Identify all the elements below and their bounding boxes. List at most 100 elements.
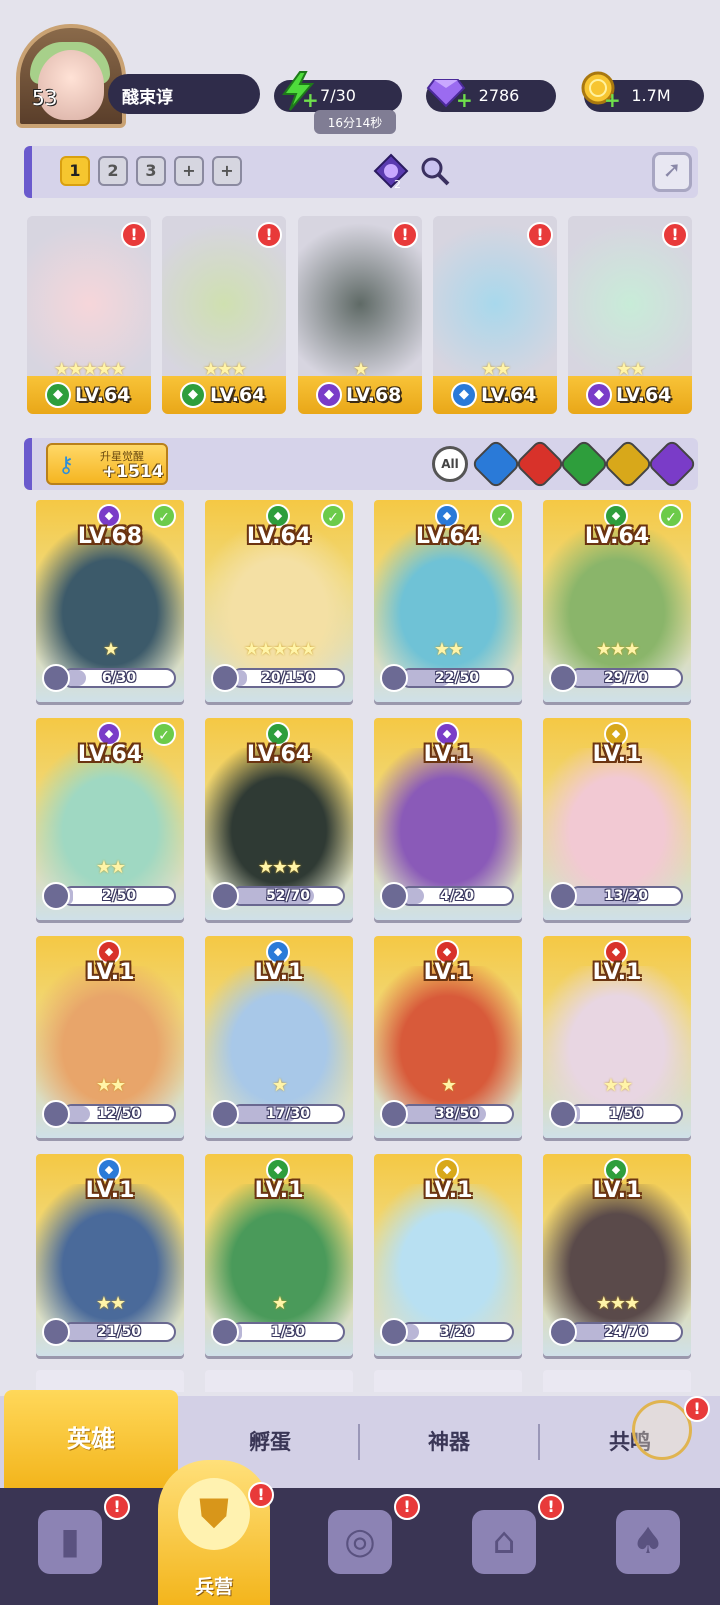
cards-icon: ▮ <box>38 1510 102 1574</box>
bottom-nav: ▮ ! ⛊ 兵营 ! ◎ ! ⌂ ! ♠ <box>0 1460 720 1605</box>
hero-card[interactable]: ◆ LV.1 ★★ 21/50 <box>36 1154 184 1356</box>
team-slot-add-2[interactable]: + <box>212 156 242 186</box>
gems-plus-icon[interactable]: + <box>456 90 473 110</box>
team-slot-1[interactable]: 1 <box>60 156 90 186</box>
shard-icon <box>380 882 408 910</box>
team-hero-card[interactable]: ★★ ◆ LV.64! <box>433 216 557 414</box>
hero-card[interactable]: ◆ ✓ LV.64 ★★ 22/50 <box>374 500 522 702</box>
hero-stars: ★ <box>271 1075 288 1096</box>
hero-card[interactable]: ◆ LV.1 ★ 1/30 <box>205 1154 353 1356</box>
shard-count: 52/70 <box>265 888 311 904</box>
hero-card[interactable]: ◆ ✓ LV.64 ★★ 2/50 <box>36 718 184 920</box>
shard-icon <box>211 1100 239 1128</box>
team-slot-3[interactable]: 3 <box>136 156 166 186</box>
hero-card[interactable]: ◆ LV.1 ★ 38/50 <box>374 936 522 1138</box>
shard-progress: 1/30 <box>231 1322 345 1342</box>
hero-alert-icon: ! <box>527 222 553 248</box>
constellation-button[interactable] <box>632 1400 692 1460</box>
team-hero-card[interactable]: ★★★★★ ◆ LV.64! <box>27 216 151 414</box>
shard-count: 2/50 <box>101 888 137 904</box>
team-element-icon[interactable]: 2 <box>372 152 410 191</box>
hero-card[interactable]: ◆ LV.1 ★ 17/30 <box>205 936 353 1138</box>
map-icon: ◎ <box>328 1510 392 1574</box>
filter-water-icon[interactable] <box>470 438 522 490</box>
team-element-count: 2 <box>394 178 401 191</box>
element-blue-icon: ◆ <box>451 382 477 408</box>
hero-card[interactable]: ◆ LV.64 ★★★ 52/70 <box>205 718 353 920</box>
hero-card[interactable]: ◆ LV.1 3/20 <box>374 1154 522 1356</box>
sub-tabs: 英雄 孵蛋 神器 共鸣 <box>0 1390 720 1488</box>
shard-progress: 22/50 <box>400 668 514 688</box>
hero-stars: ★ <box>352 359 369 380</box>
shard-icon <box>380 1318 408 1346</box>
peek-card <box>543 1370 691 1392</box>
hero-level: LV.64 <box>415 524 481 549</box>
hero-card[interactable]: ◆ ✓ LV.64 ★★★ 29/70 <box>543 500 691 702</box>
hero-level: LV.64 <box>77 742 143 767</box>
nav-map-alert-icon: ! <box>394 1494 420 1520</box>
hero-stars: ★ <box>102 639 119 660</box>
shard-icon <box>549 882 577 910</box>
shard-count: 21/50 <box>96 1324 142 1340</box>
hero-card[interactable]: ◆ LV.1 4/20 <box>374 718 522 920</box>
hero-card[interactable]: ◆ ✓ LV.68 ★ 6/30 <box>36 500 184 702</box>
filter-nature-icon[interactable] <box>558 438 610 490</box>
team-hero-card[interactable]: ★★ ◆ LV.64! <box>568 216 692 414</box>
element-green-icon: ◆ <box>45 382 71 408</box>
shard-icon <box>211 664 239 692</box>
shard-icon <box>42 1100 70 1128</box>
share-icon[interactable]: ➚ <box>652 152 692 192</box>
hero-level: LV.1 <box>254 960 304 985</box>
shard-count: 38/50 <box>434 1106 480 1122</box>
shard-progress: 3/20 <box>400 1322 514 1342</box>
team-slot-add-1[interactable]: + <box>174 156 204 186</box>
key-icon: ⚷ <box>58 453 75 478</box>
team-bar: 1 2 3 + + 2 ➚ <box>24 146 698 198</box>
shard-progress: 20/150 <box>231 668 345 688</box>
nav-barracks-alert-icon: ! <box>248 1482 274 1508</box>
team-hero-card[interactable]: ★★★ ◆ LV.64! <box>162 216 286 414</box>
hero-card[interactable]: ◆ LV.1 13/20 <box>543 718 691 920</box>
filter-light-icon[interactable] <box>602 438 654 490</box>
hero-stars: ★★ <box>95 857 126 878</box>
hero-level: LV.68 <box>346 384 402 406</box>
tab-heroes[interactable]: 英雄 <box>4 1390 178 1488</box>
filter-bar: ⚷ 升星觉醒 +1514 All <box>24 438 698 490</box>
nav-guild[interactable]: ♠ <box>598 1498 698 1598</box>
element-green-icon: ◆ <box>180 382 206 408</box>
shard-icon <box>549 1318 577 1346</box>
hero-card[interactable]: ◆ LV.1 ★★ 12/50 <box>36 936 184 1138</box>
hero-level: LV.1 <box>592 1178 642 1203</box>
filter-all-button[interactable]: All <box>432 446 468 482</box>
hero-card[interactable]: ◆ LV.1 ★★★ 24/70 <box>543 1154 691 1356</box>
team-slot-2[interactable]: 2 <box>98 156 128 186</box>
hero-portrait <box>374 748 522 898</box>
hero-level: LV.68 <box>77 524 143 549</box>
shard-icon <box>380 664 408 692</box>
gold-plus-icon[interactable]: + <box>604 90 621 110</box>
filter-dark-icon[interactable] <box>646 438 698 490</box>
player-avatar[interactable] <box>16 24 126 128</box>
nav-barracks-label: 兵营 <box>194 1576 233 1598</box>
shard-progress: 21/50 <box>62 1322 176 1342</box>
team-hero-card[interactable]: ★ ◆ LV.68! <box>298 216 422 414</box>
hero-alert-icon: ! <box>392 222 418 248</box>
hero-card[interactable]: ◆ LV.1 ★★ 1/50 <box>543 936 691 1138</box>
nav-barracks[interactable]: ⛊ 兵营 <box>158 1460 270 1605</box>
tab-artifacts[interactable]: 神器 <box>360 1396 538 1488</box>
peek-card <box>374 1370 522 1392</box>
shard-count: 6/30 <box>101 670 137 686</box>
hero-level: LV.1 <box>592 742 642 767</box>
hero-stars: ★★★ <box>202 359 247 380</box>
shard-progress: 2/50 <box>62 886 176 906</box>
magnify-icon[interactable] <box>416 152 454 190</box>
hero-stars: ★ <box>271 1293 288 1314</box>
filter-fire-icon[interactable] <box>514 438 566 490</box>
energy-plus-icon[interactable]: + <box>302 90 319 110</box>
energy-value: 7/30 <box>320 86 356 105</box>
awaken-button[interactable]: ⚷ 升星觉醒 +1514 <box>46 443 168 485</box>
hero-level: LV.1 <box>423 742 473 767</box>
top-bar: 53 醆束谆 7/30 + 16分14秒 2786 + 1.7M + <box>0 0 720 140</box>
hero-card[interactable]: ◆ ✓ LV.64 ★★★★★ 20/150 <box>205 500 353 702</box>
hero-stars: ★★★ <box>595 639 640 660</box>
